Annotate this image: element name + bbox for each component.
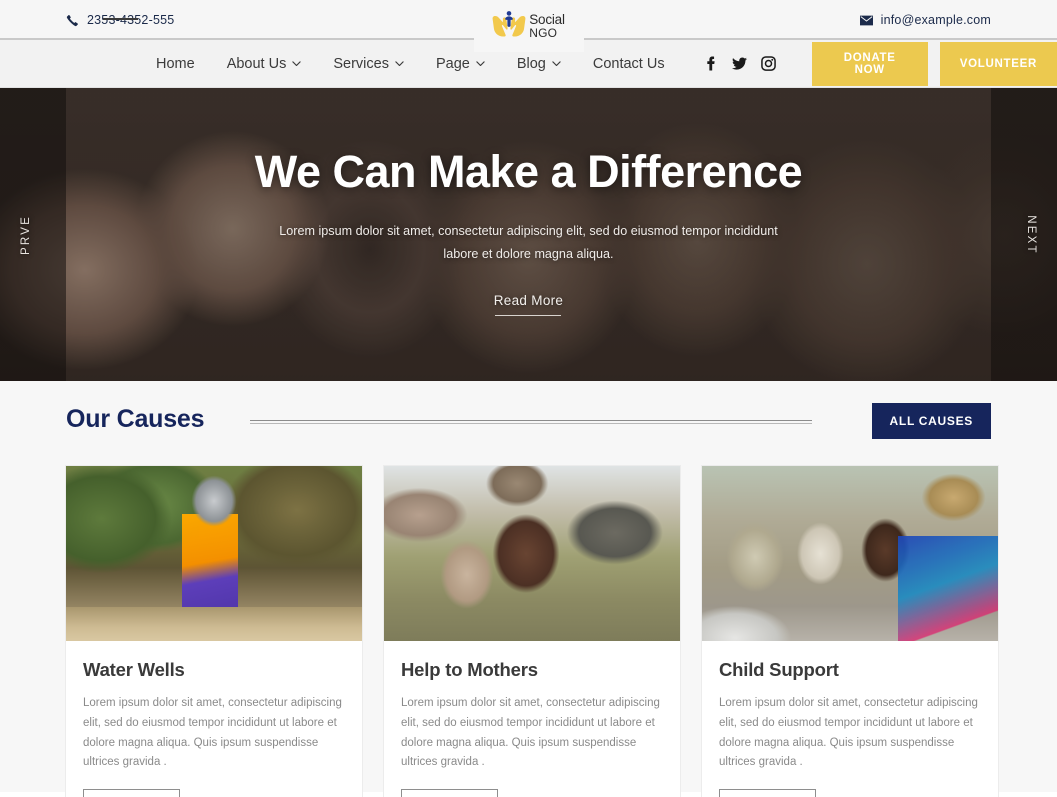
nav-label: Services: [333, 55, 389, 72]
nav-action-buttons: DONATE NOW VOLUNTEER: [811, 41, 1057, 86]
nav-label: Contact Us: [592, 55, 665, 72]
logo-line-1: Social: [529, 12, 565, 28]
nav-label: About Us: [226, 55, 287, 72]
nav-label: Page: [435, 55, 470, 72]
section-title-divider: [250, 420, 812, 424]
cause-card-description: Lorem ipsum dolor sit amet, consectetur …: [719, 697, 978, 769]
donate-now-button[interactable]: Donate Now: [83, 789, 181, 797]
hero-content: We Can Make a Difference Lorem ipsum dol…: [0, 88, 1057, 381]
section-title: Our Causes: [66, 405, 205, 433]
social-links: [703, 56, 776, 71]
nav-item-services[interactable]: Services: [317, 56, 420, 72]
hero-read-more-label: Read More: [493, 292, 564, 308]
our-causes-section: Our Causes ALL CAUSES Water Wells Lorem …: [0, 381, 1057, 797]
cause-card-footer: Donate Now: [702, 773, 998, 797]
cause-card-image: [66, 466, 362, 641]
cause-card[interactable]: Water Wells Lorem ipsum dolor sit amet, …: [66, 466, 362, 797]
donate-now-button[interactable]: Donate Now: [719, 789, 817, 797]
email-contact[interactable]: info@example.com: [859, 13, 991, 27]
hero-title: We Can Make a Difference: [254, 146, 803, 197]
site-logo[interactable]: Social NGO: [473, 0, 584, 52]
causes-header: Our Causes ALL CAUSES: [0, 381, 1057, 466]
nav-item-contact-us[interactable]: Contact Us: [577, 56, 681, 72]
envelope-icon: [859, 14, 873, 27]
twitter-icon[interactable]: [731, 56, 747, 71]
instagram-icon[interactable]: [760, 56, 776, 71]
cause-card[interactable]: Child Support Lorem ipsum dolor sit amet…: [702, 466, 998, 797]
cause-card[interactable]: Help to Mothers Lorem ipsum dolor sit am…: [384, 466, 680, 797]
hero-subtitle: Lorem ipsum dolor sit amet, consectetur …: [279, 224, 778, 262]
donate-now-button[interactable]: DONATE NOW: [811, 41, 928, 86]
nav-item-page[interactable]: Page: [420, 56, 501, 72]
nav-label: Home: [156, 55, 195, 72]
nav-item-home[interactable]: Home: [140, 56, 211, 72]
page-root: 2353-4352-555 info@example.com Home Abou…: [0, 0, 1057, 797]
chevron-down-icon: [395, 60, 404, 67]
facebook-icon[interactable]: [703, 56, 718, 71]
cause-card-body: Help to Mothers Lorem ipsum dolor sit am…: [384, 641, 680, 773]
phone-number: 2353-4352-555: [87, 13, 175, 27]
nav-item-blog[interactable]: Blog: [501, 56, 577, 72]
chevron-down-icon: [552, 60, 561, 67]
cause-card-image: [384, 466, 680, 641]
logo-divider-line: [103, 18, 138, 20]
email-address: info@example.com: [880, 13, 991, 27]
cause-card-image: [702, 466, 998, 641]
hero-slider: PRVE NEXT We Can Make a Difference Lorem…: [0, 88, 1057, 381]
chevron-down-icon: [292, 60, 302, 67]
nav-item-about-us[interactable]: About Us: [211, 56, 318, 72]
cause-card-footer: Donate Now: [66, 773, 362, 797]
hands-holding-person-icon: [492, 10, 526, 42]
donate-now-button[interactable]: Donate Now: [401, 789, 499, 797]
nav-items: Home About Us Services Page Blog Contact…: [140, 41, 1057, 86]
slider-prev-button[interactable]: PRVE: [20, 215, 32, 255]
slider-next-button[interactable]: NEXT: [1025, 215, 1037, 254]
logo-line-2: NGO: [529, 25, 558, 40]
cause-card-description: Lorem ipsum dolor sit amet, consectetur …: [401, 697, 660, 769]
volunteer-button[interactable]: VOLUNTEER: [939, 41, 1057, 86]
cause-card-description: Lorem ipsum dolor sit amet, consectetur …: [83, 697, 342, 769]
cause-card-title: Child Support: [719, 659, 839, 680]
phone-icon: [66, 14, 79, 27]
nav-label: Blog: [516, 55, 546, 72]
cause-card-body: Child Support Lorem ipsum dolor sit amet…: [702, 641, 998, 773]
hero-read-more-link[interactable]: Read More: [494, 267, 563, 316]
cause-card-title: Help to Mothers: [401, 659, 538, 680]
cause-card-footer: Donate Now: [384, 773, 680, 797]
phone-contact[interactable]: 2353-4352-555: [66, 13, 174, 27]
cause-card-title: Water Wells: [83, 659, 185, 680]
causes-card-list: Water Wells Lorem ipsum dolor sit amet, …: [0, 466, 1057, 797]
logo-text: Social NGO: [529, 13, 565, 39]
all-causes-button[interactable]: ALL CAUSES: [871, 403, 991, 439]
cause-card-body: Water Wells Lorem ipsum dolor sit amet, …: [66, 641, 362, 773]
hero-read-more-underline: [495, 314, 562, 316]
chevron-down-icon: [476, 60, 485, 67]
